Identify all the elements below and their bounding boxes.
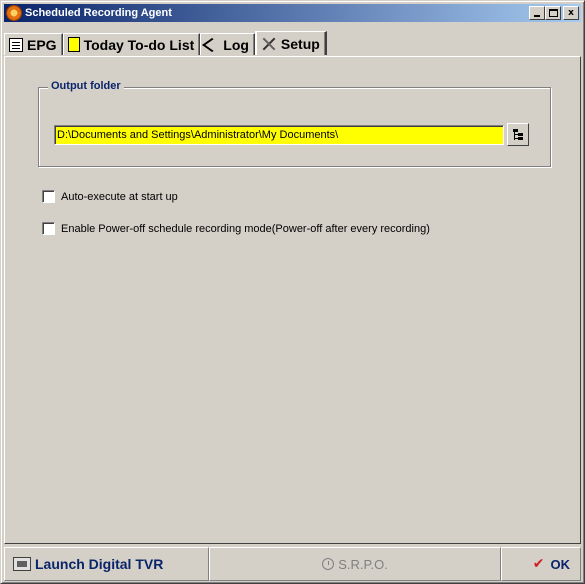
window-title: Scheduled Recording Agent [25, 7, 172, 19]
window-controls: x [529, 6, 579, 20]
tab-epg-label: EPG [27, 36, 57, 53]
title-bar[interactable]: Scheduled Recording Agent x [4, 4, 581, 22]
auto-execute-option[interactable]: Auto-execute at start up [42, 190, 178, 203]
tv-recorder-icon [13, 557, 31, 571]
launch-label: Launch Digital TVR [35, 556, 164, 572]
output-folder-path-input[interactable] [54, 125, 504, 145]
tab-log[interactable]: Log [200, 33, 255, 55]
tab-strip: EPG Today To-do List Log Setup [4, 31, 327, 55]
maximize-icon [548, 9, 558, 17]
output-folder-legend: Output folder [48, 80, 124, 92]
app-window: Scheduled Recording Agent x EPG Today To… [0, 0, 585, 584]
close-button[interactable]: x [563, 6, 579, 20]
tab-epg[interactable]: EPG [4, 33, 63, 55]
setup-panel: Output folder Auto-execute at start up E… [4, 56, 581, 544]
tab-today-todo[interactable]: Today To-do List [62, 33, 201, 55]
checkmark-icon: ✔ [532, 556, 545, 572]
power-off-mode-checkbox[interactable] [42, 222, 55, 235]
bottom-bar: Launch Digital TVR S.R.P.O. ✔ OK [4, 547, 581, 581]
srpo-label: S.R.P.O. [338, 556, 388, 572]
output-folder-group: Output folder [38, 80, 551, 167]
app-logo-icon [6, 5, 22, 21]
tab-setup[interactable]: Setup [254, 31, 327, 55]
power-off-mode-option[interactable]: Enable Power-off schedule recording mode… [42, 222, 430, 235]
launch-digital-tvr-button[interactable]: Launch Digital TVR [4, 547, 209, 581]
tab-setup-label: Setup [280, 35, 320, 52]
log-icon [205, 39, 219, 51]
setup-icon [261, 37, 277, 51]
power-off-mode-label: Enable Power-off schedule recording mode… [61, 222, 430, 235]
minimize-icon [534, 15, 540, 17]
clock-icon [322, 558, 335, 570]
tab-today-todo-label: Today To-do List [83, 36, 195, 53]
epg-icon [9, 37, 23, 52]
browse-folder-button[interactable] [507, 123, 529, 146]
srpo-button[interactable]: S.R.P.O. [209, 547, 501, 581]
todo-icon [67, 37, 80, 52]
minimize-button[interactable] [529, 6, 545, 20]
auto-execute-checkbox[interactable] [42, 190, 55, 203]
close-icon: x [568, 7, 574, 18]
folder-tree-icon [512, 128, 524, 141]
maximize-button[interactable] [545, 6, 561, 20]
tab-log-label: Log [223, 36, 249, 53]
auto-execute-label: Auto-execute at start up [61, 190, 178, 203]
ok-label: OK [550, 556, 571, 572]
ok-button[interactable]: ✔ OK [501, 547, 581, 581]
